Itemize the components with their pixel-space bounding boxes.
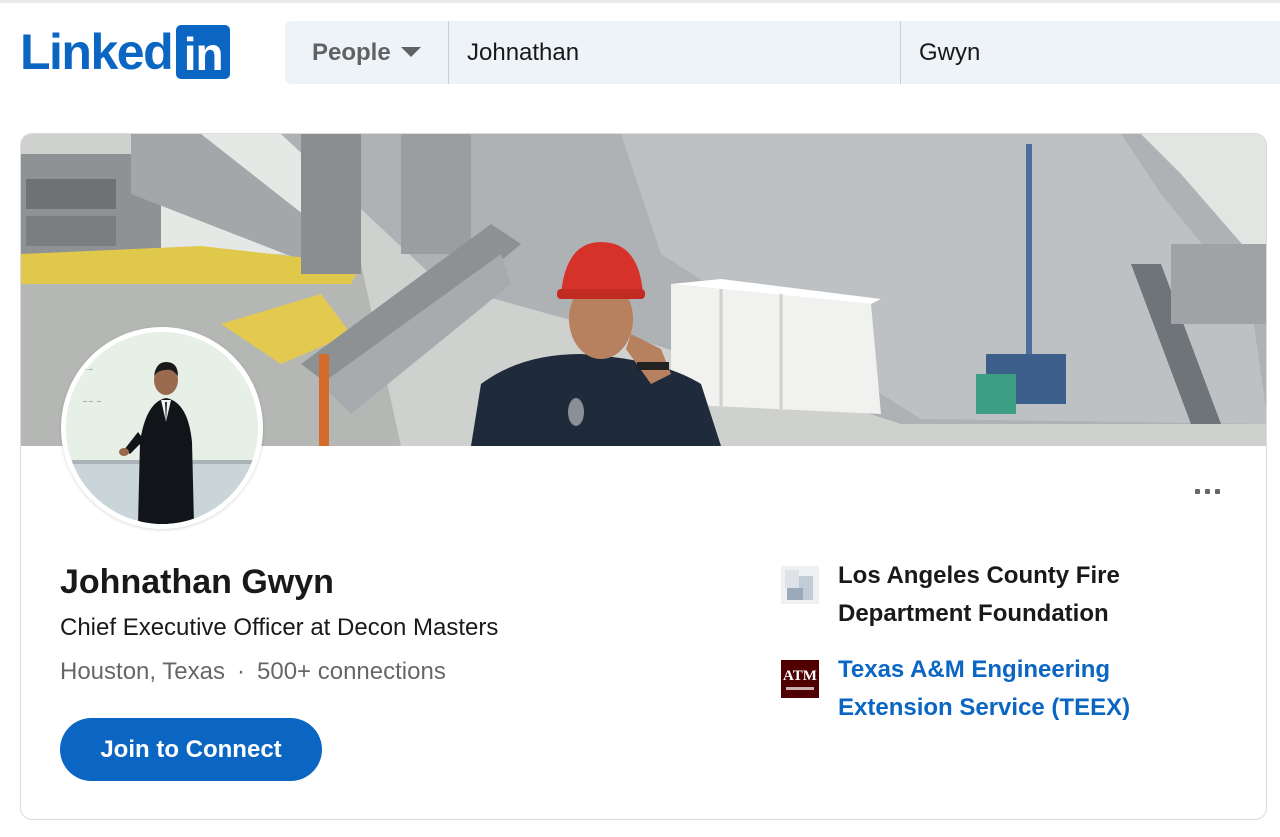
profile-card: ~~~ ~~ ~ Johnathan Gwyn Chief Executive …	[20, 133, 1267, 820]
linkedin-logo[interactable]: Linked in	[20, 24, 231, 80]
organization-name-link[interactable]: Texas A&M Engineering Extension Service …	[838, 651, 1168, 727]
building-placeholder-icon	[781, 566, 819, 604]
organization-item-link[interactable]: ATM Texas A&M Engineering Extension Serv…	[781, 651, 1168, 727]
people-search-bar: People	[285, 21, 1280, 84]
more-options-button[interactable]	[1187, 481, 1227, 501]
organization-name: Los Angeles County Fire Department Found…	[838, 562, 1120, 627]
profile-meta: Houston, Texas · 500+ connections	[60, 656, 446, 688]
logo-wordmark: Linked	[20, 24, 174, 80]
profile-name: Johnathan Gwyn	[60, 563, 334, 601]
profile-connections: 500+ connections	[257, 658, 446, 685]
tamu-logo-icon: ATM	[781, 660, 819, 698]
svg-text:~~ ~: ~~ ~	[82, 398, 102, 406]
top-border	[0, 0, 1280, 3]
search-category-label: People	[312, 38, 391, 66]
profile-location: Houston, Texas	[60, 658, 225, 685]
first-name-input[interactable]	[467, 38, 900, 67]
logo-in-box: in	[176, 25, 231, 79]
first-name-field[interactable]	[449, 21, 901, 84]
meta-separator: ·	[237, 658, 245, 685]
caret-down-icon	[400, 46, 421, 57]
organization-item: Los Angeles County Fire Department Found…	[781, 557, 1168, 633]
profile-headline: Chief Executive Officer at Decon Masters	[60, 614, 499, 641]
ellipsis-icon	[1194, 488, 1200, 494]
tamu-logo-letters: ATM	[783, 667, 817, 684]
search-category-dropdown[interactable]: People	[285, 21, 449, 84]
join-to-connect-button[interactable]: Join to Connect	[60, 718, 322, 781]
profile-photo: ~~~ ~~ ~	[61, 327, 263, 529]
last-name-input[interactable]	[919, 38, 1280, 67]
last-name-field[interactable]	[901, 21, 1280, 84]
